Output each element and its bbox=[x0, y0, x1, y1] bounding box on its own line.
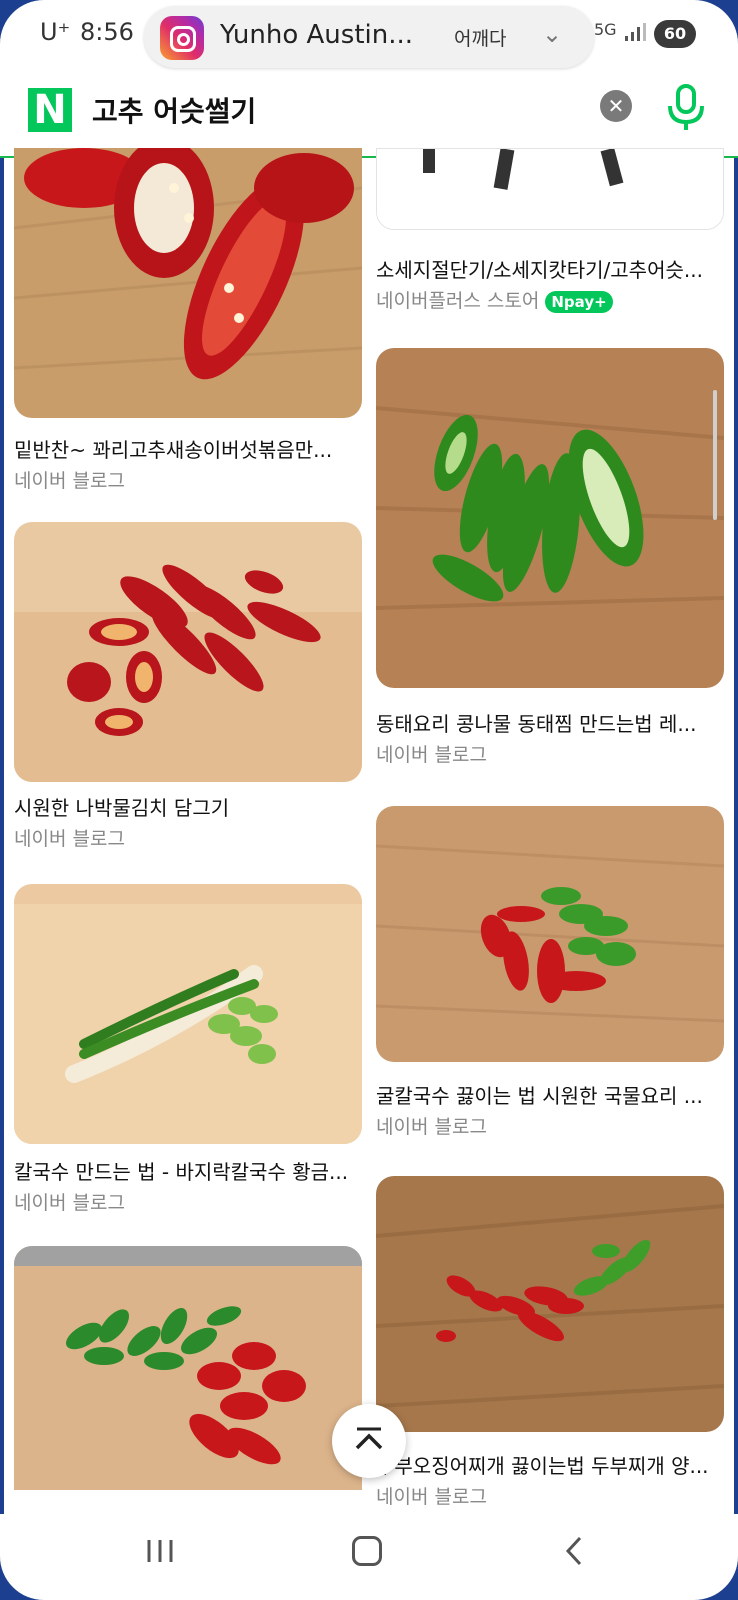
home-icon[interactable] bbox=[352, 1536, 382, 1566]
mic-icon[interactable] bbox=[664, 82, 708, 132]
search-bar: N 고추 어슷썰기 ✕ bbox=[0, 78, 738, 158]
result-image[interactable] bbox=[14, 148, 362, 418]
scroll-to-top-button[interactable] bbox=[332, 1404, 406, 1478]
result-source: 네이버 블로그 bbox=[14, 470, 125, 492]
result-image[interactable] bbox=[376, 1176, 724, 1432]
result-title[interactable]: 소세지절단기/소세지캇타기/고추어슷... bbox=[376, 254, 724, 283]
close-icon[interactable]: ✕ bbox=[600, 90, 632, 122]
scrollbar[interactable] bbox=[713, 390, 717, 520]
status-bar: U⁺ 8:56 Yunho Austin... 어깨다 ⌄ 5G 60 bbox=[0, 0, 738, 78]
result-source: 네이버 블로그 bbox=[14, 1192, 125, 1214]
npay-badge: Npay+ bbox=[545, 290, 613, 313]
result-image[interactable] bbox=[14, 884, 362, 1144]
result-title[interactable]: 두부오징어찌개 끓이는법 두부찌개 양... bbox=[376, 1450, 724, 1479]
result-image[interactable] bbox=[376, 348, 724, 688]
result-title[interactable]: 동태요리 콩나물 동태찜 만드는법 레... bbox=[376, 708, 724, 737]
result-image[interactable] bbox=[14, 522, 362, 782]
system-nav-bar bbox=[0, 1514, 738, 1600]
battery-indicator: 60 bbox=[654, 20, 696, 48]
result-title[interactable]: 밑반찬~ 꽈리고추새송이버섯볶음만... bbox=[14, 434, 362, 463]
result-image[interactable] bbox=[376, 148, 724, 230]
network-type: 5G bbox=[594, 20, 617, 39]
result-source: 네이버 블로그 bbox=[376, 1116, 487, 1138]
signal-icon bbox=[624, 22, 646, 42]
recent-apps-icon[interactable] bbox=[145, 1536, 175, 1566]
result-image[interactable] bbox=[376, 806, 724, 1062]
phone-screen: U⁺ 8:56 Yunho Austin... 어깨다 ⌄ 5G 60 N 고추… bbox=[0, 0, 738, 1600]
result-source: 네이버플러스 스토어 Npay+ bbox=[376, 286, 613, 313]
result-image[interactable] bbox=[14, 1246, 362, 1490]
carrier-label: U⁺ bbox=[40, 18, 71, 46]
instagram-icon bbox=[160, 16, 204, 60]
notification-sender: Yunho Austin... bbox=[220, 20, 414, 50]
notification-message: 어깨다 bbox=[454, 28, 507, 50]
chevron-up-icon bbox=[355, 1427, 383, 1450]
result-title[interactable]: 시원한 나박물김치 담그기 bbox=[14, 792, 362, 821]
result-source: 네이버 블로그 bbox=[376, 1486, 487, 1508]
result-title[interactable]: 칼국수 만드는 법 - 바지락칼국수 황금... bbox=[14, 1156, 362, 1185]
result-source: 네이버 블로그 bbox=[376, 744, 487, 766]
result-title[interactable]: 굴칼국수 끓이는 법 시원한 국물요리 ... bbox=[376, 1080, 724, 1109]
result-source-label: 네이버플러스 스토어 bbox=[376, 290, 540, 312]
chevron-down-icon[interactable]: ⌄ bbox=[542, 20, 562, 48]
status-time: 8:56 bbox=[80, 18, 134, 46]
result-source: 네이버 블로그 bbox=[14, 828, 125, 850]
back-icon[interactable] bbox=[562, 1536, 586, 1566]
search-query[interactable]: 고추 어슷썰기 bbox=[92, 90, 256, 130]
notification-pill[interactable]: Yunho Austin... 어깨다 ⌄ bbox=[144, 6, 594, 68]
naver-logo[interactable]: N bbox=[28, 88, 72, 132]
